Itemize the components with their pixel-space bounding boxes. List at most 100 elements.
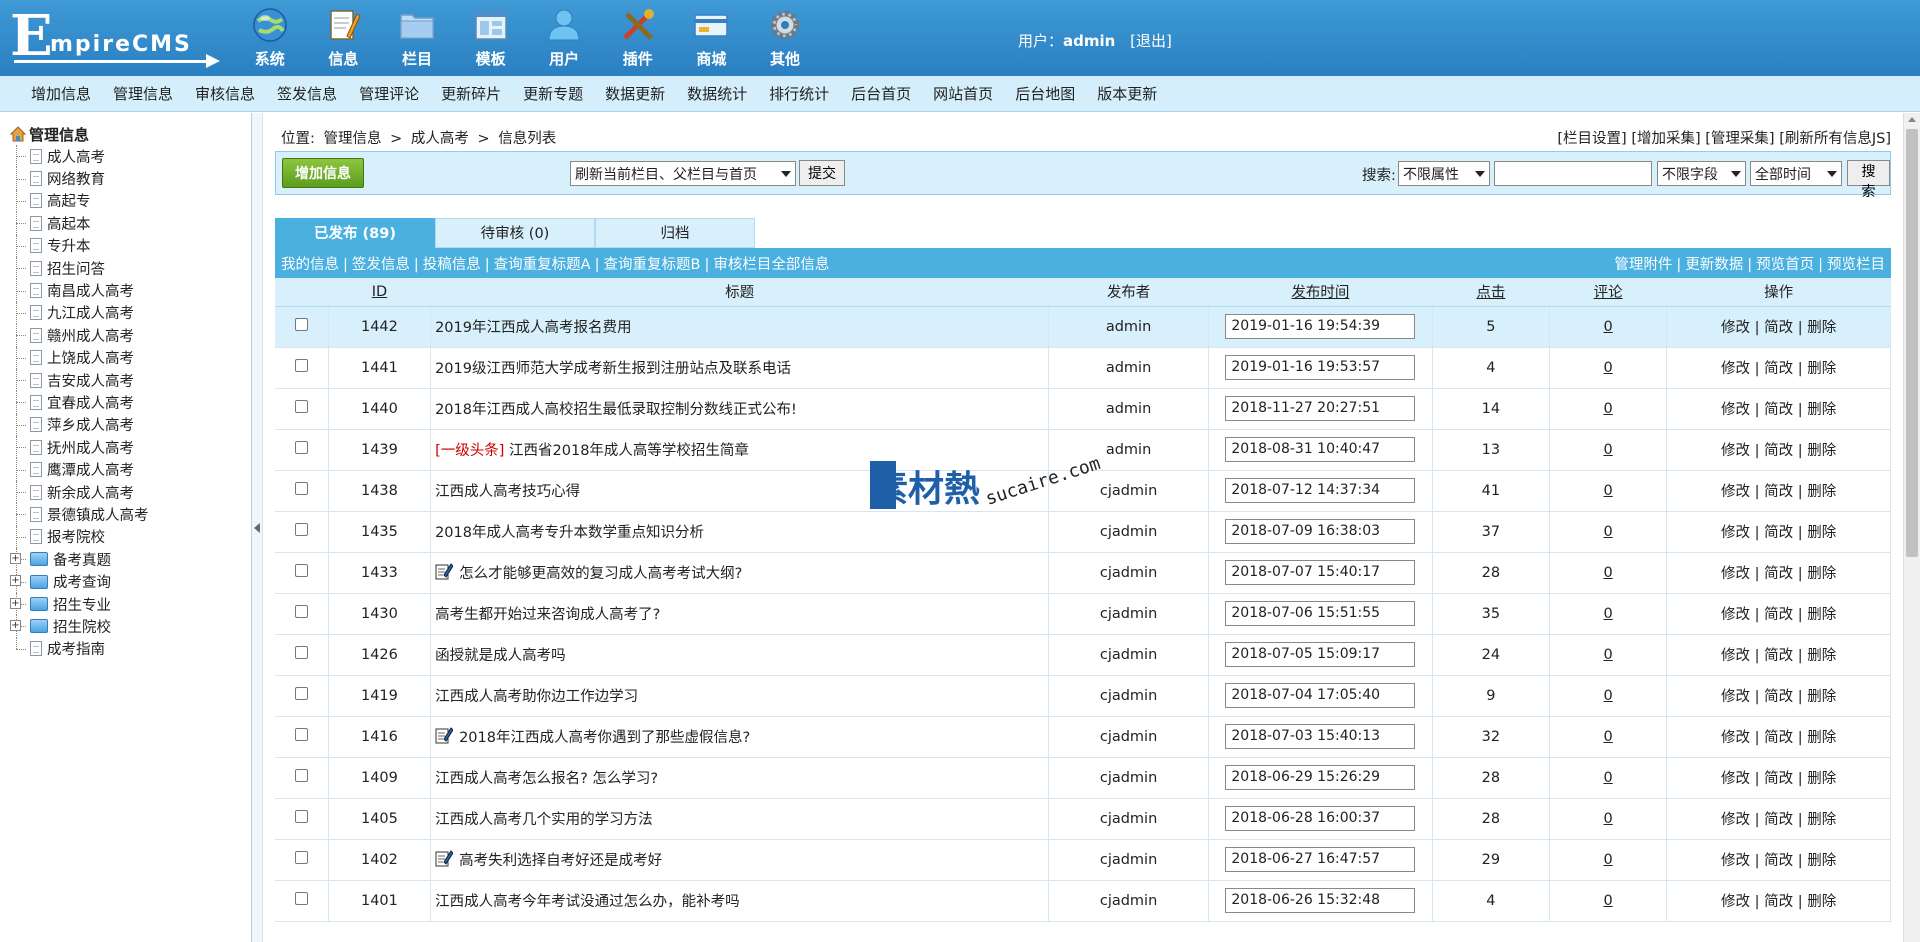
action-link[interactable]: 签发信息 bbox=[352, 257, 410, 273]
menu-item[interactable]: 签发信息 bbox=[277, 83, 337, 104]
logout-link[interactable]: [退出] bbox=[1130, 32, 1172, 50]
publish-time-input[interactable]: 2019-01-16 19:53:57 bbox=[1225, 355, 1416, 380]
action-link[interactable]: 我的信息 bbox=[281, 257, 339, 273]
row-checkbox[interactable] bbox=[294, 400, 308, 413]
tab-published[interactable]: 已发布 (89) bbox=[275, 218, 435, 248]
delete-link[interactable]: 删除 bbox=[1807, 361, 1836, 377]
delete-link[interactable]: 删除 bbox=[1807, 443, 1836, 459]
time-select[interactable]: 全部时间 bbox=[1750, 161, 1842, 186]
tree-item[interactable]: 成考指南 bbox=[10, 637, 251, 660]
expand-icon[interactable]: + bbox=[10, 597, 21, 609]
publish-time-input[interactable]: 2018-07-03 15:40:13 bbox=[1225, 724, 1416, 749]
topnav-item[interactable]: 信息 bbox=[307, 2, 381, 74]
tree-item[interactable]: 景德镇成人高考 bbox=[10, 503, 251, 527]
comments-link[interactable]: 0 bbox=[1603, 360, 1612, 376]
action-link[interactable]: 查询重复标题A bbox=[494, 257, 591, 273]
quick-edit-link[interactable]: 简改 bbox=[1764, 689, 1793, 705]
action-link[interactable]: 预览首页 bbox=[1756, 257, 1814, 273]
col-time[interactable]: 发布时间 bbox=[1208, 278, 1433, 307]
row-checkbox[interactable] bbox=[294, 564, 308, 577]
menu-item[interactable]: 管理评论 bbox=[359, 83, 419, 104]
submit-button[interactable]: 提交 bbox=[799, 160, 845, 186]
publish-time-input[interactable]: 2018-06-26 15:32:48 bbox=[1225, 888, 1416, 913]
publish-time-input[interactable]: 2018-06-28 16:00:37 bbox=[1225, 806, 1416, 831]
tree-item[interactable]: 抚州成人高考 bbox=[10, 436, 251, 459]
tree-item[interactable]: 高起专 bbox=[10, 189, 251, 213]
delete-link[interactable]: 删除 bbox=[1807, 402, 1836, 418]
tree-item[interactable]: 高起本 bbox=[10, 212, 251, 235]
tree-item[interactable]: 九江成人高考 bbox=[10, 301, 251, 325]
tree-item[interactable]: 新余成人高考 bbox=[10, 480, 251, 504]
info-title-link[interactable]: 江西成人高考几个实用的学习方法 bbox=[435, 812, 653, 828]
menu-item[interactable]: 数据更新 bbox=[605, 83, 665, 104]
publish-time-input[interactable]: 2018-07-05 15:09:17 bbox=[1225, 642, 1416, 667]
quick-edit-link[interactable]: 简改 bbox=[1764, 648, 1793, 664]
tree-item[interactable]: 专升本 bbox=[10, 234, 251, 258]
vertical-scrollbar[interactable] bbox=[1903, 113, 1920, 942]
menu-item[interactable]: 审核信息 bbox=[195, 83, 255, 104]
menu-item[interactable]: 更新专题 bbox=[523, 83, 583, 104]
publish-time-input[interactable]: 2018-06-29 15:26:29 bbox=[1225, 765, 1416, 790]
quick-edit-link[interactable]: 简改 bbox=[1764, 853, 1793, 869]
action-link[interactable]: 投稿信息 bbox=[423, 257, 481, 273]
tree-item[interactable]: 南昌成人高考 bbox=[10, 279, 251, 303]
publish-time-input[interactable]: 2018-07-12 14:37:34 bbox=[1225, 478, 1416, 503]
add-info-button[interactable]: 增加信息 bbox=[282, 158, 364, 188]
menu-item[interactable]: 版本更新 bbox=[1097, 83, 1157, 104]
info-title-link[interactable]: 江西成人高考助你边工作边学习 bbox=[435, 689, 638, 705]
expand-icon[interactable]: + bbox=[10, 553, 21, 565]
edit-link[interactable]: 修改 bbox=[1721, 607, 1750, 623]
delete-link[interactable]: 删除 bbox=[1807, 853, 1836, 869]
attribute-select[interactable]: 不限属性 bbox=[1398, 161, 1490, 186]
comments-link[interactable]: 0 bbox=[1603, 319, 1612, 335]
delete-link[interactable]: 删除 bbox=[1807, 607, 1836, 623]
menu-item[interactable]: 更新碎片 bbox=[441, 83, 501, 104]
row-checkbox[interactable] bbox=[294, 482, 308, 495]
info-title-link[interactable]: 2019年江西成人高考报名费用 bbox=[435, 320, 631, 336]
search-button[interactable]: 搜索 bbox=[1847, 160, 1890, 199]
quick-edit-link[interactable]: 简改 bbox=[1764, 771, 1793, 787]
tree-folder[interactable]: + 备考真题 bbox=[10, 548, 251, 571]
topnav-item[interactable]: 商城 bbox=[675, 2, 749, 74]
edit-link[interactable]: 修改 bbox=[1721, 484, 1750, 500]
col-id[interactable]: ID bbox=[328, 278, 431, 307]
delete-link[interactable]: 删除 bbox=[1807, 689, 1836, 705]
topnav-item[interactable]: 模板 bbox=[454, 2, 528, 74]
tree-item[interactable]: 招生问答 bbox=[10, 256, 251, 280]
delete-link[interactable]: 删除 bbox=[1807, 730, 1836, 746]
menu-item[interactable]: 数据统计 bbox=[687, 83, 747, 104]
col-clicks[interactable]: 点击 bbox=[1432, 278, 1550, 307]
tree-folder[interactable]: + 招生专业 bbox=[10, 592, 251, 616]
delete-link[interactable]: 删除 bbox=[1807, 648, 1836, 664]
comments-link[interactable]: 0 bbox=[1603, 852, 1612, 868]
info-title-link[interactable]: 2018年成人高考专升本数学重点知识分析 bbox=[435, 525, 704, 541]
delete-link[interactable]: 删除 bbox=[1807, 894, 1836, 910]
breadcrumb-part[interactable]: 管理信息 bbox=[324, 131, 382, 147]
row-checkbox[interactable] bbox=[294, 892, 308, 905]
tree-item[interactable]: 成人高考 bbox=[10, 145, 251, 168]
tab-archive[interactable]: 归档 bbox=[595, 218, 755, 248]
row-checkbox[interactable] bbox=[294, 728, 308, 741]
action-link[interactable]: 查询重复标题B bbox=[603, 257, 700, 273]
edit-link[interactable]: 修改 bbox=[1721, 443, 1750, 459]
quick-edit-link[interactable]: 简改 bbox=[1764, 484, 1793, 500]
row-checkbox[interactable] bbox=[294, 318, 308, 331]
tree-item[interactable]: 网络教育 bbox=[10, 167, 251, 191]
edit-link[interactable]: 修改 bbox=[1721, 525, 1750, 541]
info-title-link[interactable]: 江西成人高考技巧心得 bbox=[435, 484, 580, 500]
topnav-item[interactable]: 插件 bbox=[601, 2, 675, 74]
topnav-item[interactable]: 其他 bbox=[748, 2, 822, 74]
row-checkbox[interactable] bbox=[294, 687, 308, 700]
menu-item[interactable]: 排行统计 bbox=[769, 83, 829, 104]
publish-time-input[interactable]: 2018-06-27 16:47:57 bbox=[1225, 847, 1416, 872]
action-link[interactable]: 管理附件 bbox=[1614, 257, 1672, 273]
publish-time-input[interactable]: 2018-07-09 16:38:03 bbox=[1225, 519, 1416, 544]
edit-link[interactable]: 修改 bbox=[1721, 648, 1750, 664]
edit-link[interactable]: 修改 bbox=[1721, 853, 1750, 869]
info-title-link[interactable]: 江西成人高考怎么报名? 怎么学习? bbox=[435, 771, 658, 787]
edit-link[interactable]: 修改 bbox=[1721, 320, 1750, 336]
tree-item[interactable]: 报考院校 bbox=[10, 525, 251, 549]
edit-link[interactable]: 修改 bbox=[1721, 566, 1750, 582]
menu-item[interactable]: 网站首页 bbox=[933, 83, 993, 104]
tree-folder[interactable]: + 成考查询 bbox=[10, 570, 251, 594]
